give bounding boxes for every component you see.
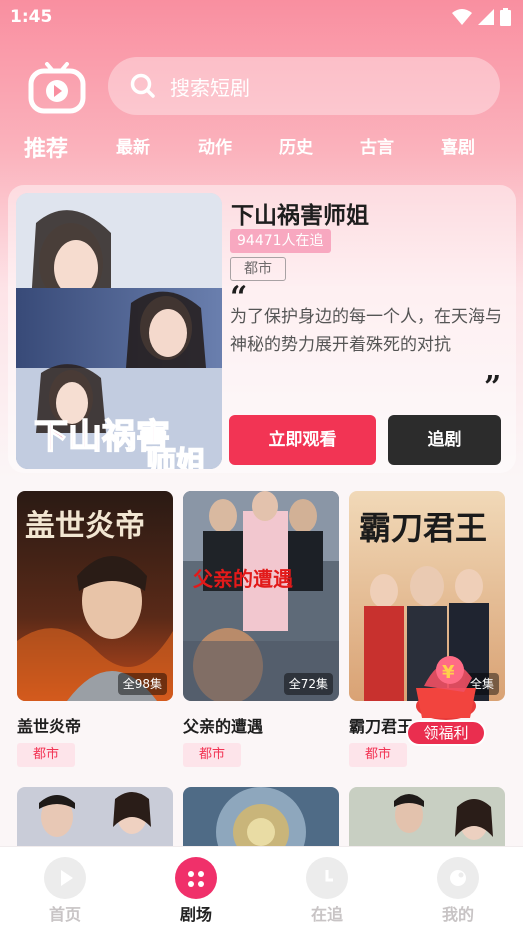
profile-icon xyxy=(437,857,479,899)
status-icons xyxy=(452,8,511,26)
nav-theater[interactable]: 剧场 xyxy=(156,857,236,925)
tab-latest[interactable]: 最新 xyxy=(116,133,150,158)
genre-tag: 都市 xyxy=(230,257,286,281)
nav-following-label: 在追 xyxy=(310,905,343,924)
search-placeholder: 搜索短剧 xyxy=(170,75,250,100)
play-icon xyxy=(44,857,86,899)
status-bar: 1:45 xyxy=(0,0,523,34)
tab-action[interactable]: 动作 xyxy=(198,133,232,158)
drama-card-partial[interactable] xyxy=(17,787,173,847)
card-title: 父亲的遭遇 xyxy=(183,717,264,736)
genre-tag: 都市 xyxy=(183,743,241,767)
poster-image xyxy=(17,787,173,847)
status-time: 1:45 xyxy=(10,7,53,27)
gift-icon: ¥ xyxy=(416,656,476,720)
tab-recommend[interactable]: 推荐 xyxy=(24,131,68,163)
quote-close-icon: ” xyxy=(484,370,502,405)
poster-title-text: 盖世炎帝 xyxy=(25,509,145,544)
nav-theater-label: 剧场 xyxy=(179,905,212,924)
genre-tag: 都市 xyxy=(349,743,407,767)
featured-description: 为了保护身边的每一个人，在天海与神秘的势力展开着殊死的对抗 xyxy=(230,307,502,355)
follow-button[interactable]: 追剧 xyxy=(388,415,501,465)
nav-profile[interactable]: 我的 xyxy=(418,857,498,925)
tab-comedy[interactable]: 喜剧 xyxy=(441,133,475,158)
drama-card-partial[interactable] xyxy=(183,787,339,847)
poster-image: 盖世炎帝 xyxy=(17,491,173,701)
featured-poster-image: 下山祸害 师姐 xyxy=(16,193,222,469)
nav-home-label: 首页 xyxy=(48,905,81,924)
promo-floating-button[interactable]: ¥ 领福利 xyxy=(406,648,488,748)
svg-text:¥: ¥ xyxy=(442,662,455,683)
app-logo-icon xyxy=(28,62,86,114)
signal-icon xyxy=(478,9,494,25)
category-tabs: 推荐 最新 动作 历史 古言 喜剧 xyxy=(0,133,523,169)
card-title: 霸刀君王 xyxy=(349,717,414,736)
nav-profile-label: 我的 xyxy=(441,905,474,924)
poster-title-text: 霸刀君王 xyxy=(359,509,487,547)
card-poster[interactable]: 盖世炎帝 全98集 xyxy=(17,491,173,701)
episode-count-badge: 全72集 xyxy=(283,673,333,695)
wifi-icon xyxy=(452,9,472,25)
featured-poster-text-2: 师姐 xyxy=(146,446,206,469)
tab-history[interactable]: 历史 xyxy=(279,133,313,158)
episode-count-badge: 全98集 xyxy=(117,673,167,695)
genre-tag: 都市 xyxy=(17,743,75,767)
poster-title-text: 父亲的遭遇 xyxy=(192,567,293,591)
followers-badge: 94471人在追 xyxy=(230,229,331,253)
poster-image xyxy=(183,787,339,847)
poster-image: 父亲的遭遇 xyxy=(183,491,339,701)
clock-icon xyxy=(306,857,348,899)
card-title: 盖世炎帝 xyxy=(17,717,82,736)
tab-ancient[interactable]: 古言 xyxy=(360,133,394,158)
bottom-navigation: 首页 剧场 在追 我的 xyxy=(0,846,523,931)
nav-following[interactable]: 在追 xyxy=(287,857,367,925)
poster-image xyxy=(349,787,505,847)
theater-icon xyxy=(175,857,217,899)
battery-icon xyxy=(500,8,511,26)
card-poster[interactable]: 父亲的遭遇 全72集 xyxy=(183,491,339,701)
drama-card-partial[interactable] xyxy=(349,787,505,847)
nav-home[interactable]: 首页 xyxy=(25,857,105,925)
search-icon xyxy=(130,73,155,98)
promo-label: 领福利 xyxy=(406,720,486,746)
watch-now-button[interactable]: 立即观看 xyxy=(229,415,376,465)
featured-title: 下山祸害师姐 xyxy=(231,203,369,229)
featured-poster[interactable]: 下山祸害 师姐 xyxy=(16,193,222,469)
search-bar[interactable]: 搜索短剧 xyxy=(108,57,500,115)
